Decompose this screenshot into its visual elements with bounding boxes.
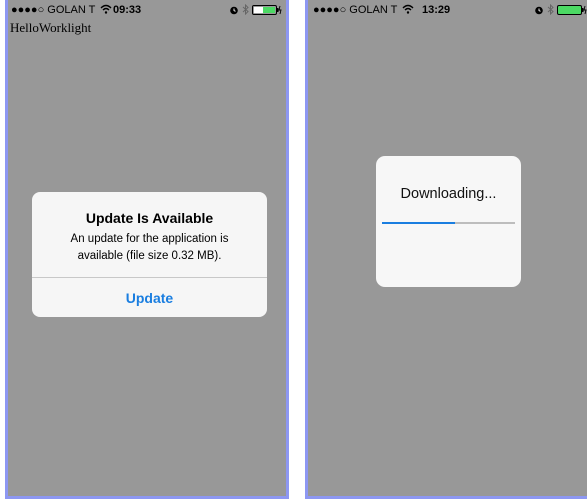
status-right-icons — [229, 4, 282, 15]
wifi-icon — [100, 4, 112, 14]
alert-message: An update for the application is availab… — [70, 233, 229, 262]
downloading-label: Downloading... — [400, 186, 497, 202]
status-bar: ●●●●○ GOLAN T 09:33 — [8, 0, 286, 20]
bluetooth-icon — [242, 4, 249, 15]
wifi-icon — [402, 4, 414, 14]
download-progress-fill — [382, 222, 456, 224]
phone-screen-update-available: ●●●●○ GOLAN T 09:33 HelloWorklight Updat… — [5, 0, 289, 499]
app-title: HelloWorklight — [10, 20, 92, 35]
status-bar: ●●●●○ GOLAN T 13:29 — [308, 0, 587, 20]
battery-icon — [252, 4, 282, 15]
carrier-name: GOLAN T — [47, 4, 96, 16]
alarm-clock-icon — [535, 6, 543, 14]
signal-strength-icon: ●●●●○ — [11, 4, 45, 16]
download-progress-bar — [382, 222, 515, 224]
downloading-dialog: Downloading... — [376, 156, 521, 287]
carrier-info: ●●●●○ GOLAN T — [11, 4, 112, 16]
carrier-info: ●●●●○ GOLAN T — [313, 4, 414, 16]
update-available-alert: Update Is Available An update for the ap… — [32, 192, 267, 317]
alert-title: Update Is Available — [85, 210, 214, 226]
status-time: 09:33 — [113, 4, 142, 16]
alarm-clock-icon — [230, 6, 238, 14]
status-right-icons — [534, 4, 587, 15]
status-time: 13:29 — [422, 4, 451, 16]
signal-strength-icon: ●●●●○ — [313, 4, 347, 16]
carrier-name: GOLAN T — [349, 4, 398, 16]
phone-screen-downloading: ●●●●○ GOLAN T 13:29 Downloading... — [305, 0, 587, 499]
battery-icon — [557, 4, 587, 15]
bluetooth-icon — [547, 4, 554, 15]
update-button[interactable]: Update — [32, 278, 267, 317]
